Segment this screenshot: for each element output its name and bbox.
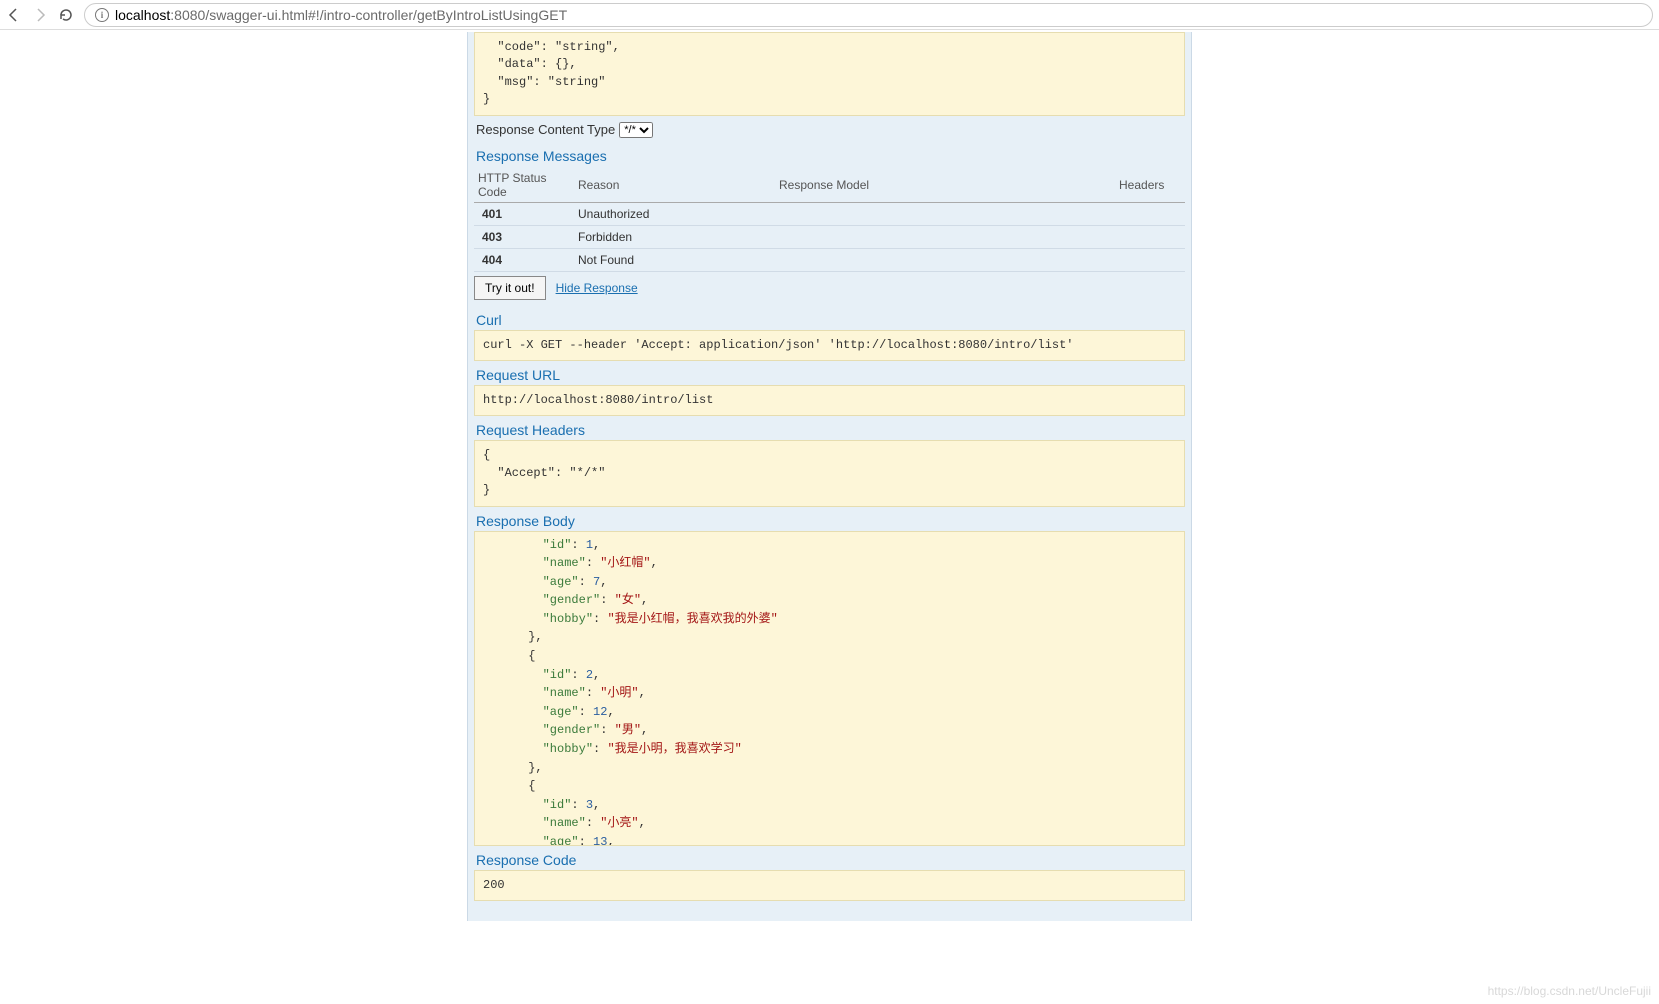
request-url-title: Request URL [474, 361, 1185, 385]
response-body-box: "id": 1, "name": "小红帽", "age": 7, "gende… [474, 531, 1185, 846]
status-reason: Forbidden [574, 225, 775, 248]
site-info-icon[interactable]: i [95, 8, 109, 22]
response-content-type-label: Response Content Type [476, 122, 615, 137]
address-bar[interactable]: i localhost:8080/swagger-ui.html#!/intro… [84, 3, 1653, 27]
col-http-status: HTTP Status Code [474, 168, 574, 203]
col-headers: Headers [1115, 168, 1185, 203]
status-code: 403 [474, 225, 574, 248]
request-url-value: http://localhost:8080/intro/list [474, 385, 1185, 416]
browser-toolbar: i localhost:8080/swagger-ui.html#!/intro… [0, 0, 1659, 30]
response-code-value: 200 [474, 870, 1185, 901]
status-reason: Unauthorized [574, 202, 775, 225]
status-code: 404 [474, 248, 574, 271]
request-headers-title: Request Headers [474, 416, 1185, 440]
curl-command: curl -X GET --header 'Accept: applicatio… [474, 330, 1185, 361]
response-code-title: Response Code [474, 846, 1185, 870]
swagger-panel: "code": "string", "data": {}, "msg": "st… [467, 32, 1192, 921]
url-text: localhost:8080/swagger-ui.html#!/intro-c… [115, 7, 567, 23]
response-body-content[interactable]: "id": 1, "name": "小红帽", "age": 7, "gende… [475, 532, 1184, 845]
table-row: 403Forbidden [474, 225, 1185, 248]
curl-title: Curl [474, 306, 1185, 330]
table-row: 401Unauthorized [474, 202, 1185, 225]
back-button[interactable] [6, 7, 22, 23]
response-body-title: Response Body [474, 507, 1185, 531]
model-example-json: "code": "string", "data": {}, "msg": "st… [474, 32, 1185, 116]
hide-response-link[interactable]: Hide Response [556, 281, 638, 295]
col-response-model: Response Model [775, 168, 1115, 203]
col-reason: Reason [574, 168, 775, 203]
watermark-text: https://blog.csdn.net/UncleFujii [1488, 984, 1651, 998]
response-messages-table: HTTP Status Code Reason Response Model H… [474, 168, 1185, 272]
forward-button[interactable] [32, 7, 48, 23]
response-content-type-select[interactable]: */* [619, 122, 653, 138]
reload-button[interactable] [58, 7, 74, 23]
response-messages-title: Response Messages [474, 142, 1185, 166]
table-row: 404Not Found [474, 248, 1185, 271]
request-headers-value: { "Accept": "*/*" } [474, 440, 1185, 506]
status-reason: Not Found [574, 248, 775, 271]
status-code: 401 [474, 202, 574, 225]
try-it-out-button[interactable]: Try it out! [474, 276, 546, 300]
